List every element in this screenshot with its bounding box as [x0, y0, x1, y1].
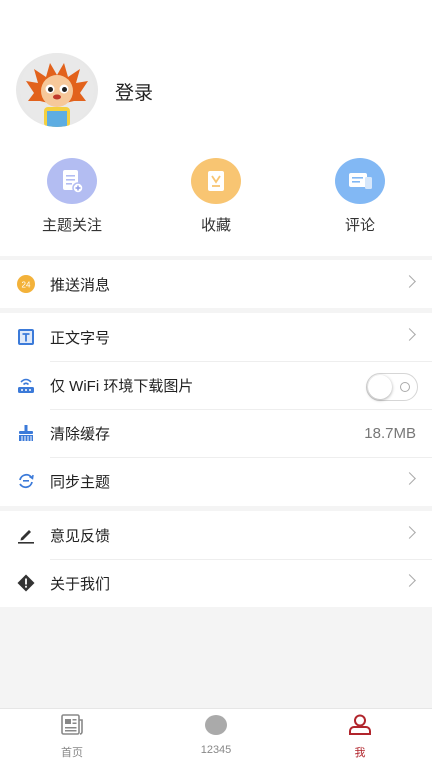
tab-label: 我: [354, 747, 366, 759]
broom-icon: [15, 422, 37, 444]
menu-item-label: 同步主题: [50, 473, 111, 491]
menu-item-push[interactable]: 24 推送消息: [0, 260, 432, 308]
quick-action-comment[interactable]: 评论: [305, 158, 415, 235]
tab-home[interactable]: 首页: [32, 713, 112, 760]
quick-action-topic-follow[interactable]: 主题关注: [17, 158, 127, 235]
tab-me[interactable]: 我: [320, 713, 400, 760]
profile-section: 登录 主题关注 收藏 评论: [0, 0, 432, 256]
tab-hotline[interactable]: 12345: [176, 713, 256, 756]
sync-icon: [15, 470, 37, 492]
chevron-right-icon: [403, 574, 416, 587]
menu-item-about[interactable]: 关于我们: [0, 559, 432, 607]
bottom-tab-bar: 首页 12345 我: [0, 708, 432, 768]
menu-item-label: 关于我们: [50, 575, 111, 593]
toggle-off-indicator: [400, 382, 410, 392]
tab-label: 12345: [200, 744, 232, 756]
wifi-router-icon: [15, 374, 37, 396]
menu-item-label: 清除缓存: [50, 425, 111, 443]
info-diamond-icon: [15, 572, 37, 594]
comment-icon: [335, 158, 385, 204]
push-group: 24 推送消息: [0, 260, 432, 308]
menu-item-font-size[interactable]: 正文字号: [0, 313, 432, 361]
newspaper-icon: [61, 714, 83, 735]
settings-group: 正文字号 仅 WiFi 环境下载图片 清除缓存 18.7MB 同步主题: [0, 313, 432, 506]
toggle-knob: [368, 375, 392, 399]
cartoon-lion-avatar-icon: [20, 53, 94, 127]
push-badge-icon: 24: [15, 273, 37, 295]
menu-item-clear-cache[interactable]: 清除缓存 18.7MB: [0, 409, 432, 457]
avatar[interactable]: [16, 53, 98, 127]
quick-action-label: 收藏: [200, 217, 231, 234]
menu-item-label: 仅 WiFi 环境下载图片: [50, 377, 194, 395]
tab-label: 首页: [61, 747, 83, 759]
topic-follow-icon: [47, 158, 97, 204]
chevron-right-icon: [403, 275, 416, 288]
wifi-images-toggle[interactable]: [366, 373, 418, 401]
chevron-right-icon: [403, 526, 416, 539]
info-group: 意见反馈 关于我们: [0, 511, 432, 607]
user-icon: [349, 714, 371, 735]
login-link[interactable]: 登录: [115, 78, 153, 105]
menu-item-label: 推送消息: [50, 276, 111, 294]
menu-item-label: 正文字号: [50, 329, 111, 347]
favorite-icon: [191, 158, 241, 204]
chevron-right-icon: [403, 328, 416, 341]
hotline-icon: [205, 715, 227, 735]
cache-size-value: 18.7MB: [364, 424, 416, 442]
text-size-icon: [15, 326, 37, 348]
menu-item-label: 意见反馈: [50, 527, 111, 545]
quick-action-favorite[interactable]: 收藏: [161, 158, 271, 235]
quick-action-label: 评论: [344, 217, 375, 234]
svg-text:24: 24: [22, 281, 31, 290]
menu-item-wifi-images: 仅 WiFi 环境下载图片: [0, 361, 432, 409]
menu-item-feedback[interactable]: 意见反馈: [0, 511, 432, 559]
quick-action-label: 主题关注: [41, 217, 102, 234]
pen-icon: [15, 524, 37, 546]
chevron-right-icon: [403, 472, 416, 485]
menu-item-sync-theme[interactable]: 同步主题: [0, 457, 432, 505]
